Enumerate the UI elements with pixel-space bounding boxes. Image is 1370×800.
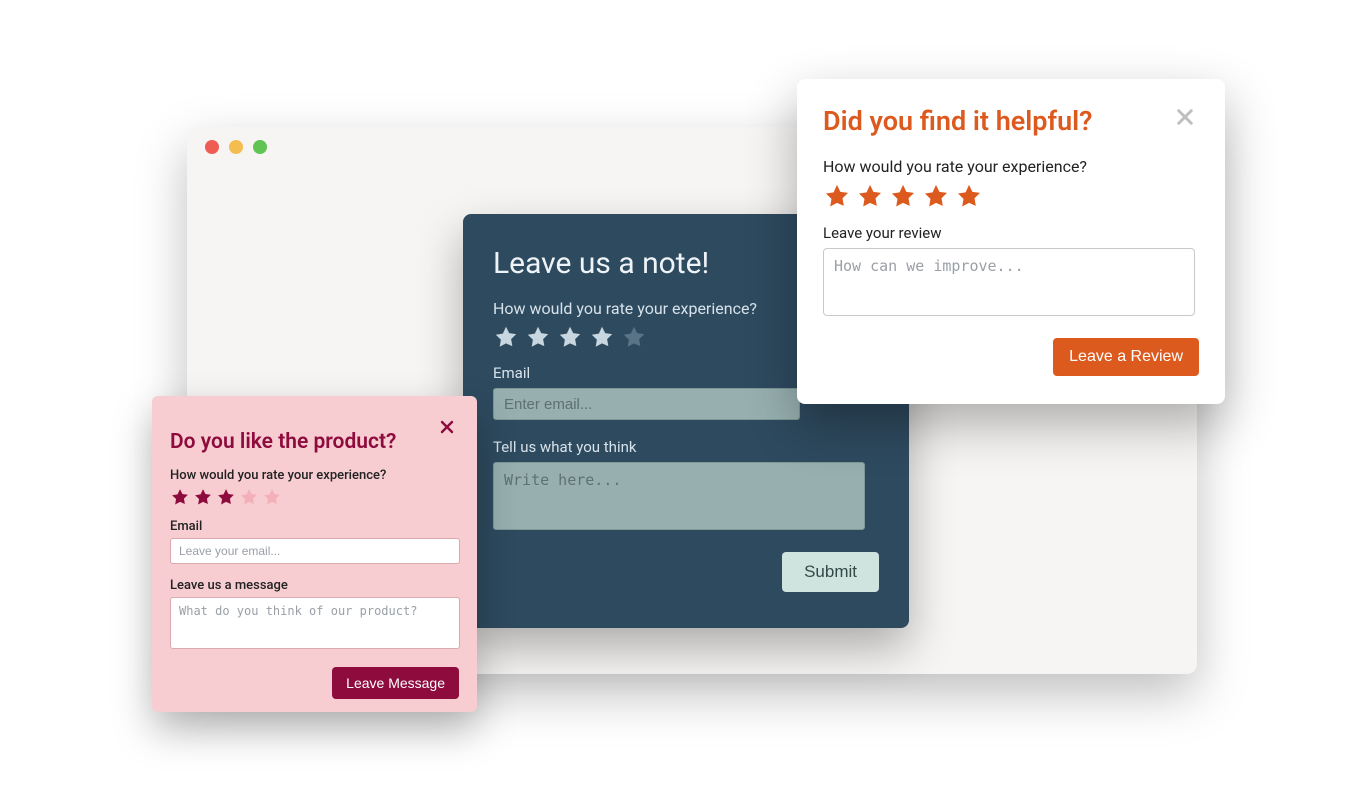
email-field[interactable] bbox=[493, 388, 800, 420]
close-icon[interactable] bbox=[435, 416, 459, 440]
star-icon[interactable] bbox=[170, 487, 190, 507]
star-icon[interactable] bbox=[922, 182, 950, 210]
star-icon[interactable] bbox=[621, 324, 647, 350]
card-title: Did you find it helpful? bbox=[823, 105, 1171, 137]
message-field[interactable] bbox=[170, 597, 460, 649]
review-label: Leave your review bbox=[823, 224, 1199, 242]
card-title: Do you like the product? bbox=[170, 430, 435, 454]
feedback-card-product: Do you like the product? How would you r… bbox=[152, 396, 477, 712]
star-icon[interactable] bbox=[856, 182, 884, 210]
traffic-light-zoom-icon[interactable] bbox=[253, 140, 267, 154]
message-label: Leave us a message bbox=[170, 578, 459, 593]
star-icon[interactable] bbox=[557, 324, 583, 350]
submit-button[interactable]: Submit bbox=[782, 552, 879, 592]
star-icon[interactable] bbox=[525, 324, 551, 350]
rating-stars[interactable] bbox=[823, 182, 1199, 210]
traffic-light-minimize-icon[interactable] bbox=[229, 140, 243, 154]
star-icon[interactable] bbox=[193, 487, 213, 507]
close-icon[interactable] bbox=[1171, 105, 1199, 133]
leave-message-button[interactable]: Leave Message bbox=[332, 667, 459, 699]
star-icon[interactable] bbox=[955, 182, 983, 210]
message-label: Tell us what you think bbox=[493, 438, 879, 456]
traffic-light-close-icon[interactable] bbox=[205, 140, 219, 154]
rating-question: How would you rate your experience? bbox=[823, 157, 1199, 176]
rating-stars[interactable] bbox=[170, 487, 459, 507]
email-label: Email bbox=[170, 519, 459, 534]
star-icon[interactable] bbox=[262, 487, 282, 507]
star-icon[interactable] bbox=[589, 324, 615, 350]
email-field[interactable] bbox=[170, 538, 460, 564]
review-field[interactable] bbox=[823, 248, 1195, 316]
star-icon[interactable] bbox=[823, 182, 851, 210]
rating-question: How would you rate your experience? bbox=[170, 468, 459, 483]
leave-review-button[interactable]: Leave a Review bbox=[1053, 338, 1199, 376]
message-field[interactable] bbox=[493, 462, 865, 530]
star-icon[interactable] bbox=[216, 487, 236, 507]
star-icon[interactable] bbox=[239, 487, 259, 507]
star-icon[interactable] bbox=[889, 182, 917, 210]
star-icon[interactable] bbox=[493, 324, 519, 350]
feedback-card-helpful: Did you find it helpful? How would you r… bbox=[797, 79, 1225, 404]
